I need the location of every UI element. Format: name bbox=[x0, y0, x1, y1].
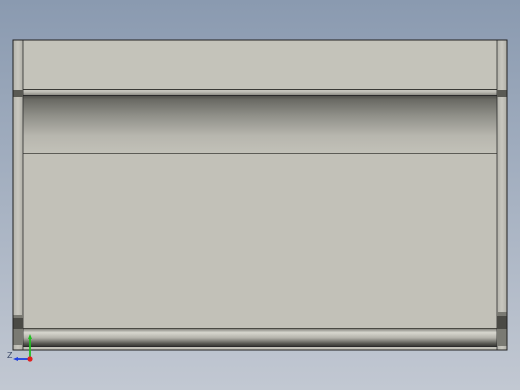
model-right-bar bbox=[496, 39, 508, 351]
graphics-viewport[interactable]: Z bbox=[0, 0, 520, 390]
model-view[interactable] bbox=[0, 0, 520, 390]
triad-x-axis bbox=[27, 356, 33, 362]
model-groove bbox=[13, 95, 507, 153]
model-bottom-tube bbox=[13, 328, 507, 346]
model-right-bar-joint bbox=[497, 90, 507, 97]
model-left-bar-joint bbox=[13, 90, 23, 97]
model-top-band bbox=[13, 40, 507, 90]
model-left-bar-joint bbox=[13, 318, 23, 329]
model-left-bar bbox=[12, 39, 24, 351]
triad-z-arrow bbox=[13, 357, 18, 361]
triad-z-label: Z bbox=[7, 351, 13, 360]
model-right-bar-joint bbox=[497, 316, 507, 329]
coordinate-triad: Z bbox=[4, 332, 44, 366]
triad-y-arrow bbox=[28, 334, 32, 339]
triad-icon bbox=[13, 334, 33, 362]
